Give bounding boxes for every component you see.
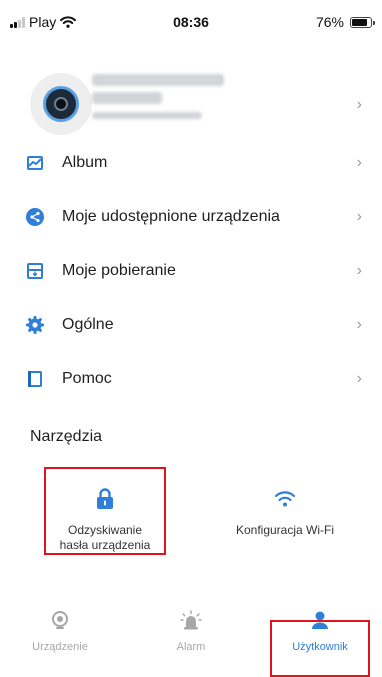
signal-icon: [10, 16, 25, 28]
chevron-right-icon: ›: [356, 370, 362, 387]
tool-label-line1: Odzyskiwanie: [67, 523, 143, 537]
tool-label: Konfiguracja Wi-Fi: [235, 523, 335, 537]
tools-section-title: Narzędzia: [30, 428, 103, 445]
menu-item-help[interactable]: Pomoc ›: [0, 353, 382, 407]
chevron-right-icon: ›: [356, 154, 362, 171]
redacted-name-2: [92, 92, 162, 104]
menu-item-downloads[interactable]: Moje pobieranie ›: [0, 245, 382, 299]
chevron-right-icon: ›: [356, 316, 362, 333]
tool-wifi-config[interactable]: Konfiguracja Wi-Fi: [200, 468, 370, 558]
menu-item-general[interactable]: Ogólne ›: [0, 299, 382, 353]
gear-icon: [26, 316, 44, 334]
tab-bar: Urządzenie Alarm Użytkownik: [0, 600, 382, 677]
highlight-box-user-tab: [270, 620, 370, 677]
menu-item-album[interactable]: Album ›: [0, 137, 382, 191]
menu-item-label: Moje udostępnione urządzenia: [62, 208, 280, 225]
camera-avatar-icon: [43, 86, 79, 122]
chevron-right-icon: ›: [356, 208, 362, 225]
tool-label-line2: hasła urządzenia: [59, 538, 151, 552]
alarm-icon: [180, 610, 202, 630]
camera-icon: [52, 611, 68, 629]
menu-item-label: Moje pobieranie: [62, 262, 176, 279]
carrier-label: Play: [29, 14, 57, 30]
lock-icon: [97, 488, 113, 509]
wifi-status-icon: [60, 16, 77, 28]
tool-password-recovery[interactable]: Odzyskiwanie hasła urządzenia: [44, 468, 166, 558]
menu-item-shared-devices[interactable]: Moje udostępnione urządzenia ›: [0, 191, 382, 245]
status-bar: Play 08:36 76%: [0, 0, 382, 44]
download-icon: [27, 263, 43, 279]
redacted-name: [92, 74, 224, 86]
menu-item-label: Pomoc: [62, 370, 112, 387]
tab-label: Alarm: [176, 641, 206, 653]
tab-alarm[interactable]: Alarm: [155, 610, 227, 653]
avatar: [30, 73, 92, 135]
battery-icon: [350, 16, 375, 28]
book-icon: [28, 371, 42, 387]
album-icon: [27, 156, 43, 170]
chevron-right-icon: ›: [356, 262, 362, 279]
battery-percent: 76%: [315, 14, 344, 30]
menu-item-label: Ogólne: [62, 316, 114, 333]
status-left: Play: [10, 14, 77, 30]
chevron-right-icon: ›: [356, 96, 362, 113]
wifi-icon: [274, 491, 296, 507]
tab-label: Urządzenie: [32, 641, 88, 653]
redacted-subtitle: [92, 112, 202, 119]
status-right: 76%: [315, 14, 375, 30]
share-icon: [26, 208, 44, 226]
tab-device[interactable]: Urządzenie: [20, 610, 100, 653]
menu-item-label: Album: [62, 154, 108, 171]
